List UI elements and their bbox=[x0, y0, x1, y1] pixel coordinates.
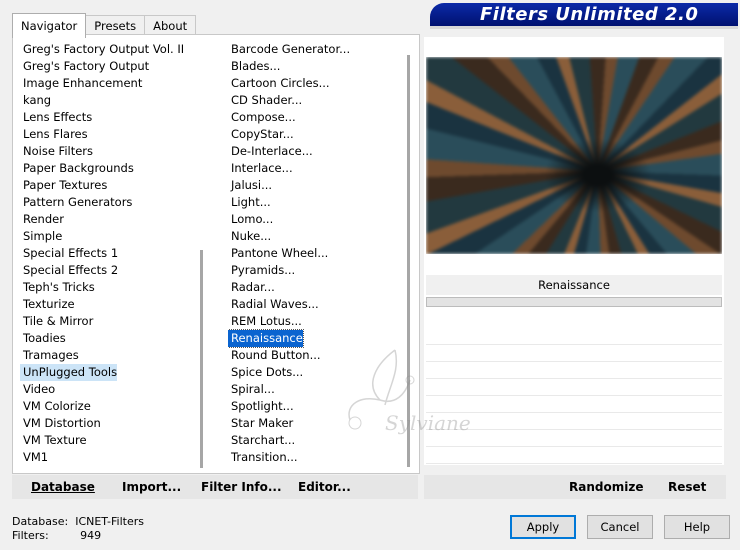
category-item[interactable]: VM Colorize bbox=[20, 398, 196, 415]
category-item[interactable]: Texturize bbox=[20, 296, 196, 313]
database-info: Database: ICNET-Filters bbox=[12, 515, 144, 528]
category-list[interactable]: Greg's Factory Output Vol. II Greg's Fact… bbox=[20, 41, 196, 469]
watermark-logo: Sylviane bbox=[348, 349, 471, 435]
category-item[interactable]: UnPlugged Tools bbox=[20, 364, 118, 381]
preview-image bbox=[426, 57, 722, 254]
filter-item[interactable]: CD Shader... bbox=[228, 92, 400, 109]
tab-navigator[interactable]: Navigator bbox=[12, 13, 87, 38]
filter-item[interactable]: Compose... bbox=[228, 109, 400, 126]
filter-item[interactable]: TV Distortion... bbox=[228, 466, 400, 469]
filter-item[interactable]: Light... bbox=[228, 194, 400, 211]
category-item[interactable]: Simple bbox=[20, 228, 196, 245]
category-item[interactable]: Greg's Factory Output Vol. II bbox=[20, 41, 196, 58]
reset-button[interactable]: Reset bbox=[668, 475, 706, 499]
category-item[interactable]: Tile & Mirror bbox=[20, 313, 196, 330]
filters-value: 949 bbox=[80, 529, 102, 542]
filter-item[interactable]: Pyramids... bbox=[228, 262, 400, 279]
category-item[interactable]: Toadies bbox=[20, 330, 196, 347]
filter-item[interactable]: Interlace... bbox=[228, 160, 400, 177]
filter-item[interactable]: Renaissance bbox=[228, 329, 304, 348]
filter-item[interactable]: Blades... bbox=[228, 58, 400, 75]
cancel-button[interactable]: Cancel bbox=[587, 515, 653, 539]
category-item[interactable]: VM Distortion bbox=[20, 415, 196, 432]
category-item[interactable]: Lens Flares bbox=[20, 126, 196, 143]
tab-strip: Navigator Presets About bbox=[12, 13, 197, 38]
tab-presets[interactable]: Presets bbox=[85, 15, 146, 36]
category-item[interactable]: Special Effects 1 bbox=[20, 245, 196, 262]
category-item[interactable]: Noise Filters bbox=[20, 143, 196, 160]
category-item[interactable]: Special Effects 2 bbox=[20, 262, 196, 279]
filters-count-info: Filters: 949 bbox=[12, 529, 101, 542]
category-item[interactable]: Greg's Factory Output bbox=[20, 58, 196, 75]
category-item[interactable]: Paper Backgrounds bbox=[20, 160, 196, 177]
apply-button[interactable]: Apply bbox=[510, 515, 576, 539]
filter-item[interactable]: Barcode Generator... bbox=[228, 41, 400, 58]
banner-title: Filters Unlimited 2.0 bbox=[480, 4, 699, 25]
filter-item[interactable]: Jalusi... bbox=[228, 177, 400, 194]
category-item[interactable]: Pattern Generators bbox=[20, 194, 196, 211]
category-item[interactable]: Lens Effects bbox=[20, 109, 196, 126]
filter-item[interactable]: Radar... bbox=[228, 279, 400, 296]
filter-item[interactable]: Radial Waves... bbox=[228, 296, 400, 313]
editor-button[interactable]: Editor... bbox=[298, 475, 351, 499]
database-button[interactable]: Database bbox=[31, 475, 95, 499]
filter-item[interactable]: Pantone Wheel... bbox=[228, 245, 400, 262]
category-item[interactable]: VM1 bbox=[20, 449, 196, 466]
progress-bar bbox=[426, 297, 722, 307]
filter-item[interactable]: REM Lotus... bbox=[228, 313, 400, 330]
randomize-button[interactable]: Randomize bbox=[569, 475, 643, 499]
filters-label: Filters: bbox=[12, 529, 49, 542]
category-item[interactable]: Tramages bbox=[20, 347, 196, 364]
category-item[interactable]: Video bbox=[20, 381, 196, 398]
category-item[interactable]: Image Enhancement bbox=[20, 75, 196, 92]
category-item[interactable]: kang bbox=[20, 92, 196, 109]
title-banner: Filters Unlimited 2.0 bbox=[430, 3, 738, 29]
help-button[interactable]: Help bbox=[664, 515, 730, 539]
category-item[interactable]: Render bbox=[20, 211, 196, 228]
import-button[interactable]: Import... bbox=[122, 475, 181, 499]
preview-filter-name: Renaissance bbox=[426, 275, 722, 295]
filter-item[interactable]: Lomo... bbox=[228, 211, 400, 228]
category-item[interactable]: VM Texture bbox=[20, 432, 196, 449]
filter-item[interactable]: De-Interlace... bbox=[228, 143, 400, 160]
category-item[interactable]: Paper Textures bbox=[20, 177, 196, 194]
category-item[interactable]: Teph's Tricks bbox=[20, 279, 196, 296]
tab-about[interactable]: About bbox=[144, 15, 197, 36]
watermark-text: Sylviane bbox=[385, 411, 471, 435]
filter-item[interactable]: CopyStar... bbox=[228, 126, 400, 143]
filter-info-button[interactable]: Filter Info... bbox=[201, 475, 282, 499]
filter-item[interactable]: Nuke... bbox=[228, 228, 400, 245]
database-value: ICNET-Filters bbox=[75, 515, 144, 528]
filter-item[interactable]: Cartoon Circles... bbox=[228, 75, 400, 92]
category-scrollbar[interactable] bbox=[200, 250, 203, 468]
database-label: Database: bbox=[12, 515, 69, 528]
